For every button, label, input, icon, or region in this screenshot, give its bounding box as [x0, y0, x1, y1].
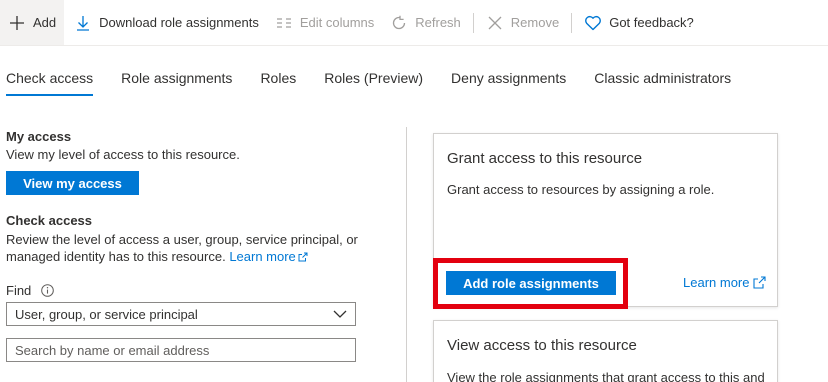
close-icon: [486, 14, 504, 32]
check-access-description-line2: managed identity has to this resource. L…: [6, 248, 308, 266]
grant-access-description: Grant access to resources by assigning a…: [447, 182, 715, 197]
add-button[interactable]: Add: [0, 0, 65, 45]
external-link-icon: [298, 249, 308, 266]
remove-button[interactable]: Remove: [478, 0, 567, 45]
view-access-title: View access to this resource: [447, 337, 637, 354]
external-link-icon: [753, 276, 767, 289]
refresh-icon: [390, 14, 408, 32]
learn-more-link[interactable]: Learn more: [229, 249, 308, 266]
my-access-heading: My access: [6, 129, 72, 144]
highlight-box: [433, 258, 628, 309]
columns-icon: [275, 14, 293, 32]
tab-classic-administrators[interactable]: Classic administrators: [594, 58, 731, 96]
grant-access-title: Grant access to this resource: [447, 150, 643, 167]
tab-deny-assignments[interactable]: Deny assignments: [451, 58, 566, 96]
tab-check-access[interactable]: Check access: [6, 58, 94, 96]
add-label: Add: [33, 15, 57, 30]
chevron-down-icon: [333, 310, 347, 318]
principal-type-dropdown[interactable]: User, group, or service principal: [6, 302, 356, 326]
toolbar-divider: [571, 12, 573, 33]
refresh-button[interactable]: Refresh: [382, 0, 469, 45]
check-access-heading: Check access: [6, 213, 93, 228]
toolbar-divider: [472, 12, 474, 33]
remove-label: Remove: [510, 15, 560, 30]
download-role-assignments-button[interactable]: Download role assignments: [64, 0, 267, 45]
info-icon[interactable]: [41, 284, 55, 297]
view-access-description: View the role assignments that grant acc…: [447, 370, 765, 382]
tab-roles[interactable]: Roles: [260, 58, 296, 96]
search-input[interactable]: [6, 338, 356, 362]
grant-learn-more-link[interactable]: Learn more: [683, 275, 767, 290]
column-divider: [406, 127, 407, 382]
check-access-description-line1: Review the level of access a user, group…: [6, 232, 358, 247]
my-access-description: View my level of access to this resource…: [6, 147, 240, 162]
edit-columns-label: Edit columns: [299, 15, 375, 30]
download-label: Download role assignments: [99, 15, 259, 30]
tab-bar: Check access Role assignments Roles Role…: [6, 58, 759, 98]
feedback-button[interactable]: Got feedback?: [576, 0, 702, 45]
download-icon: [74, 14, 92, 32]
find-label: Find: [6, 283, 32, 298]
tab-role-assignments[interactable]: Role assignments: [121, 58, 232, 96]
plus-icon: [8, 14, 26, 32]
dropdown-value: User, group, or service principal: [15, 306, 198, 322]
heart-icon: [584, 14, 602, 32]
feedback-label: Got feedback?: [609, 15, 694, 30]
command-bar: Add Download role assignments Edit colum…: [0, 0, 828, 46]
refresh-label: Refresh: [415, 15, 461, 30]
view-access-card: View access to this resource View the ro…: [433, 320, 778, 382]
edit-columns-button[interactable]: Edit columns: [267, 0, 382, 45]
tab-roles-preview[interactable]: Roles (Preview): [324, 58, 423, 96]
view-my-access-button[interactable]: View my access: [6, 171, 139, 195]
find-label-row: Find: [6, 282, 55, 299]
check-access-description-text: managed identity has to this resource.: [6, 249, 226, 264]
